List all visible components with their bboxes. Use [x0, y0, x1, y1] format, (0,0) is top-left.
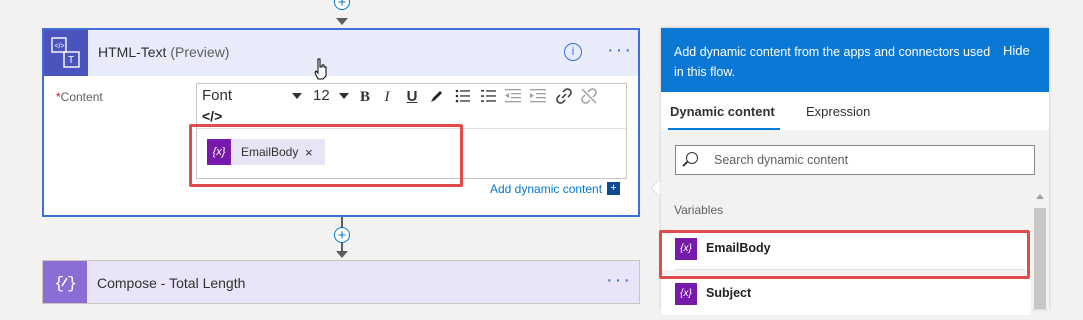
font-size-value: 12: [313, 87, 330, 104]
card-title-preview: (Preview): [170, 44, 230, 60]
scroll-up-icon[interactable]: [1036, 194, 1044, 199]
editor-toolbar: Font 12 B I U </>: [197, 84, 626, 129]
italic-button[interactable]: I: [377, 87, 397, 107]
indent-icon[interactable]: [528, 87, 548, 107]
html-to-text-icon: </> T: [44, 30, 88, 76]
search-placeholder: Search dynamic content: [714, 153, 849, 167]
insert-step-icon[interactable]: +: [334, 0, 350, 10]
compose-card-title: Compose - Total Length: [97, 275, 246, 291]
outdent-icon[interactable]: [503, 87, 523, 107]
highlight-pen-icon[interactable]: [427, 87, 447, 107]
card-title: HTML-Text (Preview): [98, 44, 229, 60]
svg-text:</>: </>: [55, 43, 65, 50]
font-size-select[interactable]: 12: [313, 87, 353, 107]
search-input[interactable]: Search dynamic content: [675, 145, 1035, 175]
hand-cursor-icon: [314, 58, 327, 80]
variable-icon: {x}: [675, 283, 697, 305]
highlight-box-variable: [659, 230, 1030, 279]
add-dynamic-content-plus-icon[interactable]: +: [607, 182, 620, 195]
content-field-label: *Content: [56, 90, 103, 104]
list-item-subject[interactable]: {x} Subject: [661, 275, 1031, 315]
unlink-icon[interactable]: [579, 87, 599, 107]
highlight-box-token: [189, 124, 463, 187]
html-text-action-card: </> T HTML-Text (Preview) i ··· *Content…: [42, 28, 640, 217]
compose-icon: { }: [43, 261, 87, 303]
content-label-text: Content: [60, 90, 103, 104]
svg-text:T: T: [68, 55, 74, 66]
search-icon: [686, 152, 698, 164]
flow-arrow-icon: [336, 251, 348, 258]
panel-message: Add dynamic content from the apps and co…: [674, 45, 991, 79]
info-icon[interactable]: i: [564, 43, 582, 61]
insert-step-icon[interactable]: +: [334, 227, 350, 243]
chevron-down-icon: [339, 93, 349, 99]
tab-expression[interactable]: Expression: [806, 104, 870, 119]
panel-scrollbar[interactable]: [1031, 186, 1049, 309]
section-label-variables: Variables: [674, 203, 724, 217]
code-view-button[interactable]: </>: [202, 108, 222, 124]
hide-button[interactable]: Hide: [1003, 43, 1030, 58]
search-area: Search dynamic content: [661, 130, 1049, 186]
compose-action-card[interactable]: { } Compose - Total Length ···: [42, 260, 640, 304]
chevron-down-icon: [292, 93, 302, 99]
more-options-icon[interactable]: ···: [606, 269, 632, 292]
bullet-list-icon[interactable]: [453, 87, 473, 107]
link-icon[interactable]: [554, 87, 574, 107]
svg-text:}: }: [67, 275, 77, 294]
bold-button[interactable]: B: [355, 87, 375, 107]
add-dynamic-content-link[interactable]: Add dynamic content: [490, 182, 602, 196]
underline-button[interactable]: U: [402, 87, 422, 107]
panel-header: Add dynamic content from the apps and co…: [661, 28, 1049, 92]
scroll-thumb[interactable]: [1034, 208, 1046, 309]
font-family-select[interactable]: Font: [202, 87, 306, 107]
flow-arrow-icon: [336, 18, 348, 25]
panel-tabs: Dynamic content Expression: [661, 92, 1049, 130]
font-select-value: Font: [202, 87, 233, 104]
card-header[interactable]: </> T HTML-Text (Preview) i ···: [44, 30, 638, 76]
more-options-icon[interactable]: ···: [607, 39, 633, 62]
tab-dynamic-content[interactable]: Dynamic content: [670, 104, 775, 119]
variable-label: Subject: [706, 286, 752, 300]
numbered-list-icon[interactable]: [479, 87, 499, 107]
card-title-text: HTML-Text: [98, 44, 167, 60]
